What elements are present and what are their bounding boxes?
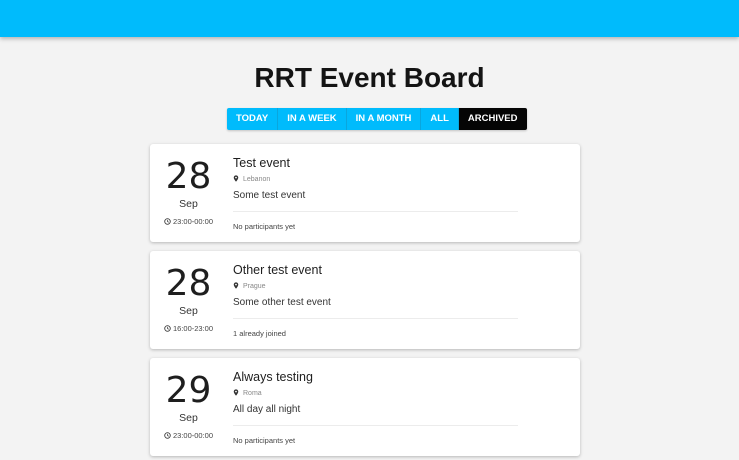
event-participants: No participants yet	[233, 436, 296, 445]
event-participants: 1 already joined	[233, 329, 286, 338]
event-time-text: 23:00-00:00	[172, 217, 214, 226]
filter-button-group: TODAY IN A WEEK IN A MONTH ALL ARCHIVED	[227, 108, 527, 130]
location-pin-icon	[233, 282, 239, 289]
event-card[interactable]: 28 Sep 16:00-23:00 Other test event Prag…	[150, 251, 580, 349]
event-title[interactable]: Other test event	[233, 263, 322, 277]
location-pin-icon	[233, 389, 239, 396]
event-title[interactable]: Test event	[233, 156, 290, 170]
app-header-bar	[0, 0, 739, 37]
event-card[interactable]: 28 Sep 23:00-00:00 Test event Lebanon So…	[150, 144, 580, 242]
clock-icon	[164, 432, 171, 439]
clock-icon	[164, 325, 171, 332]
event-time: 16:00-23:00	[150, 324, 227, 333]
event-time: 23:00-00:00	[150, 431, 227, 440]
event-participants: No participants yet	[233, 222, 296, 231]
filter-in-a-week-button[interactable]: IN A WEEK	[278, 108, 347, 130]
event-month: Sep	[179, 198, 198, 210]
divider	[233, 211, 518, 212]
event-month: Sep	[179, 412, 198, 424]
page-title: RRT Event Board	[254, 62, 485, 93]
event-description: Some test event	[233, 190, 306, 201]
event-description: Some other test event	[233, 297, 331, 308]
event-title[interactable]: Always testing	[233, 370, 313, 384]
event-day: 29	[165, 370, 212, 411]
event-time: 23:00-00:00	[150, 217, 227, 226]
clock-icon	[164, 218, 171, 225]
event-month: Sep	[179, 305, 198, 317]
divider	[233, 318, 518, 319]
event-time-text: 16:00-23:00	[172, 324, 214, 333]
filter-all-button[interactable]: ALL	[421, 108, 459, 130]
event-day: 28	[165, 156, 212, 197]
event-location-text: Lebanon	[243, 176, 271, 183]
filter-today-button[interactable]: TODAY	[227, 108, 279, 130]
event-date: 29 Sep 23:00-00:00	[150, 358, 227, 456]
location-pin-icon	[233, 175, 239, 182]
divider	[233, 425, 518, 426]
filter-archived-button[interactable]: ARCHIVED	[458, 108, 527, 130]
event-location-text: Roma	[243, 390, 262, 397]
event-time-text: 23:00-00:00	[172, 431, 214, 440]
event-location: Prague	[233, 282, 266, 290]
event-location-text: Prague	[243, 283, 266, 290]
event-date: 28 Sep 23:00-00:00	[150, 144, 227, 242]
event-location: Lebanon	[233, 175, 270, 183]
event-day: 28	[165, 263, 212, 304]
event-location: Roma	[233, 389, 262, 397]
event-date: 28 Sep 16:00-23:00	[150, 251, 227, 349]
event-description: All day all night	[233, 404, 301, 415]
event-card[interactable]: 29 Sep 23:00-00:00 Always testing Roma A…	[150, 358, 580, 456]
filter-in-a-month-button[interactable]: IN A MONTH	[346, 108, 422, 130]
